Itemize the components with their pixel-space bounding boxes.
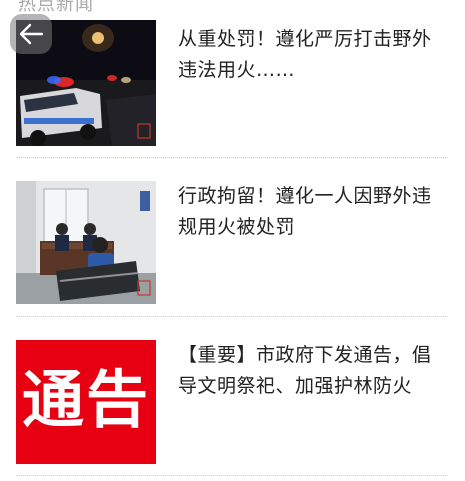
news-title-2[interactable]: 行政拘留！遵化一人因野外违规用火被处罚	[178, 181, 448, 243]
arrow-left-icon	[19, 23, 44, 45]
back-button[interactable]	[10, 14, 52, 54]
divider	[16, 316, 448, 317]
news-title-1[interactable]: 从重处罚！遵化严厉打击野外违法用火……	[178, 24, 448, 86]
notice-poster-text: 通告	[21, 363, 150, 436]
news-item-1[interactable]: 从重处罚！遵化严厉打击野外违法用火……	[16, 20, 448, 146]
news-thumbnail-3: 通告	[16, 340, 156, 464]
news-title-3[interactable]: 【重要】市政府下发通告，倡导文明祭祀、加强护林防火	[178, 340, 448, 402]
divider	[16, 475, 448, 476]
news-item-2[interactable]: 行政拘留！遵化一人因野外违规用火被处罚	[16, 181, 448, 304]
news-thumbnail-2	[16, 181, 156, 304]
news-item-3[interactable]: 通告 【重要】市政府下发通告，倡导文明祭祀、加强护林防火	[16, 340, 448, 464]
news-list-page: 热点新闻 从重处罚！遵化严厉打击野外违法用火…… 行政拘留！遵化一人因野外违规用…	[0, 0, 465, 481]
divider	[16, 157, 448, 158]
